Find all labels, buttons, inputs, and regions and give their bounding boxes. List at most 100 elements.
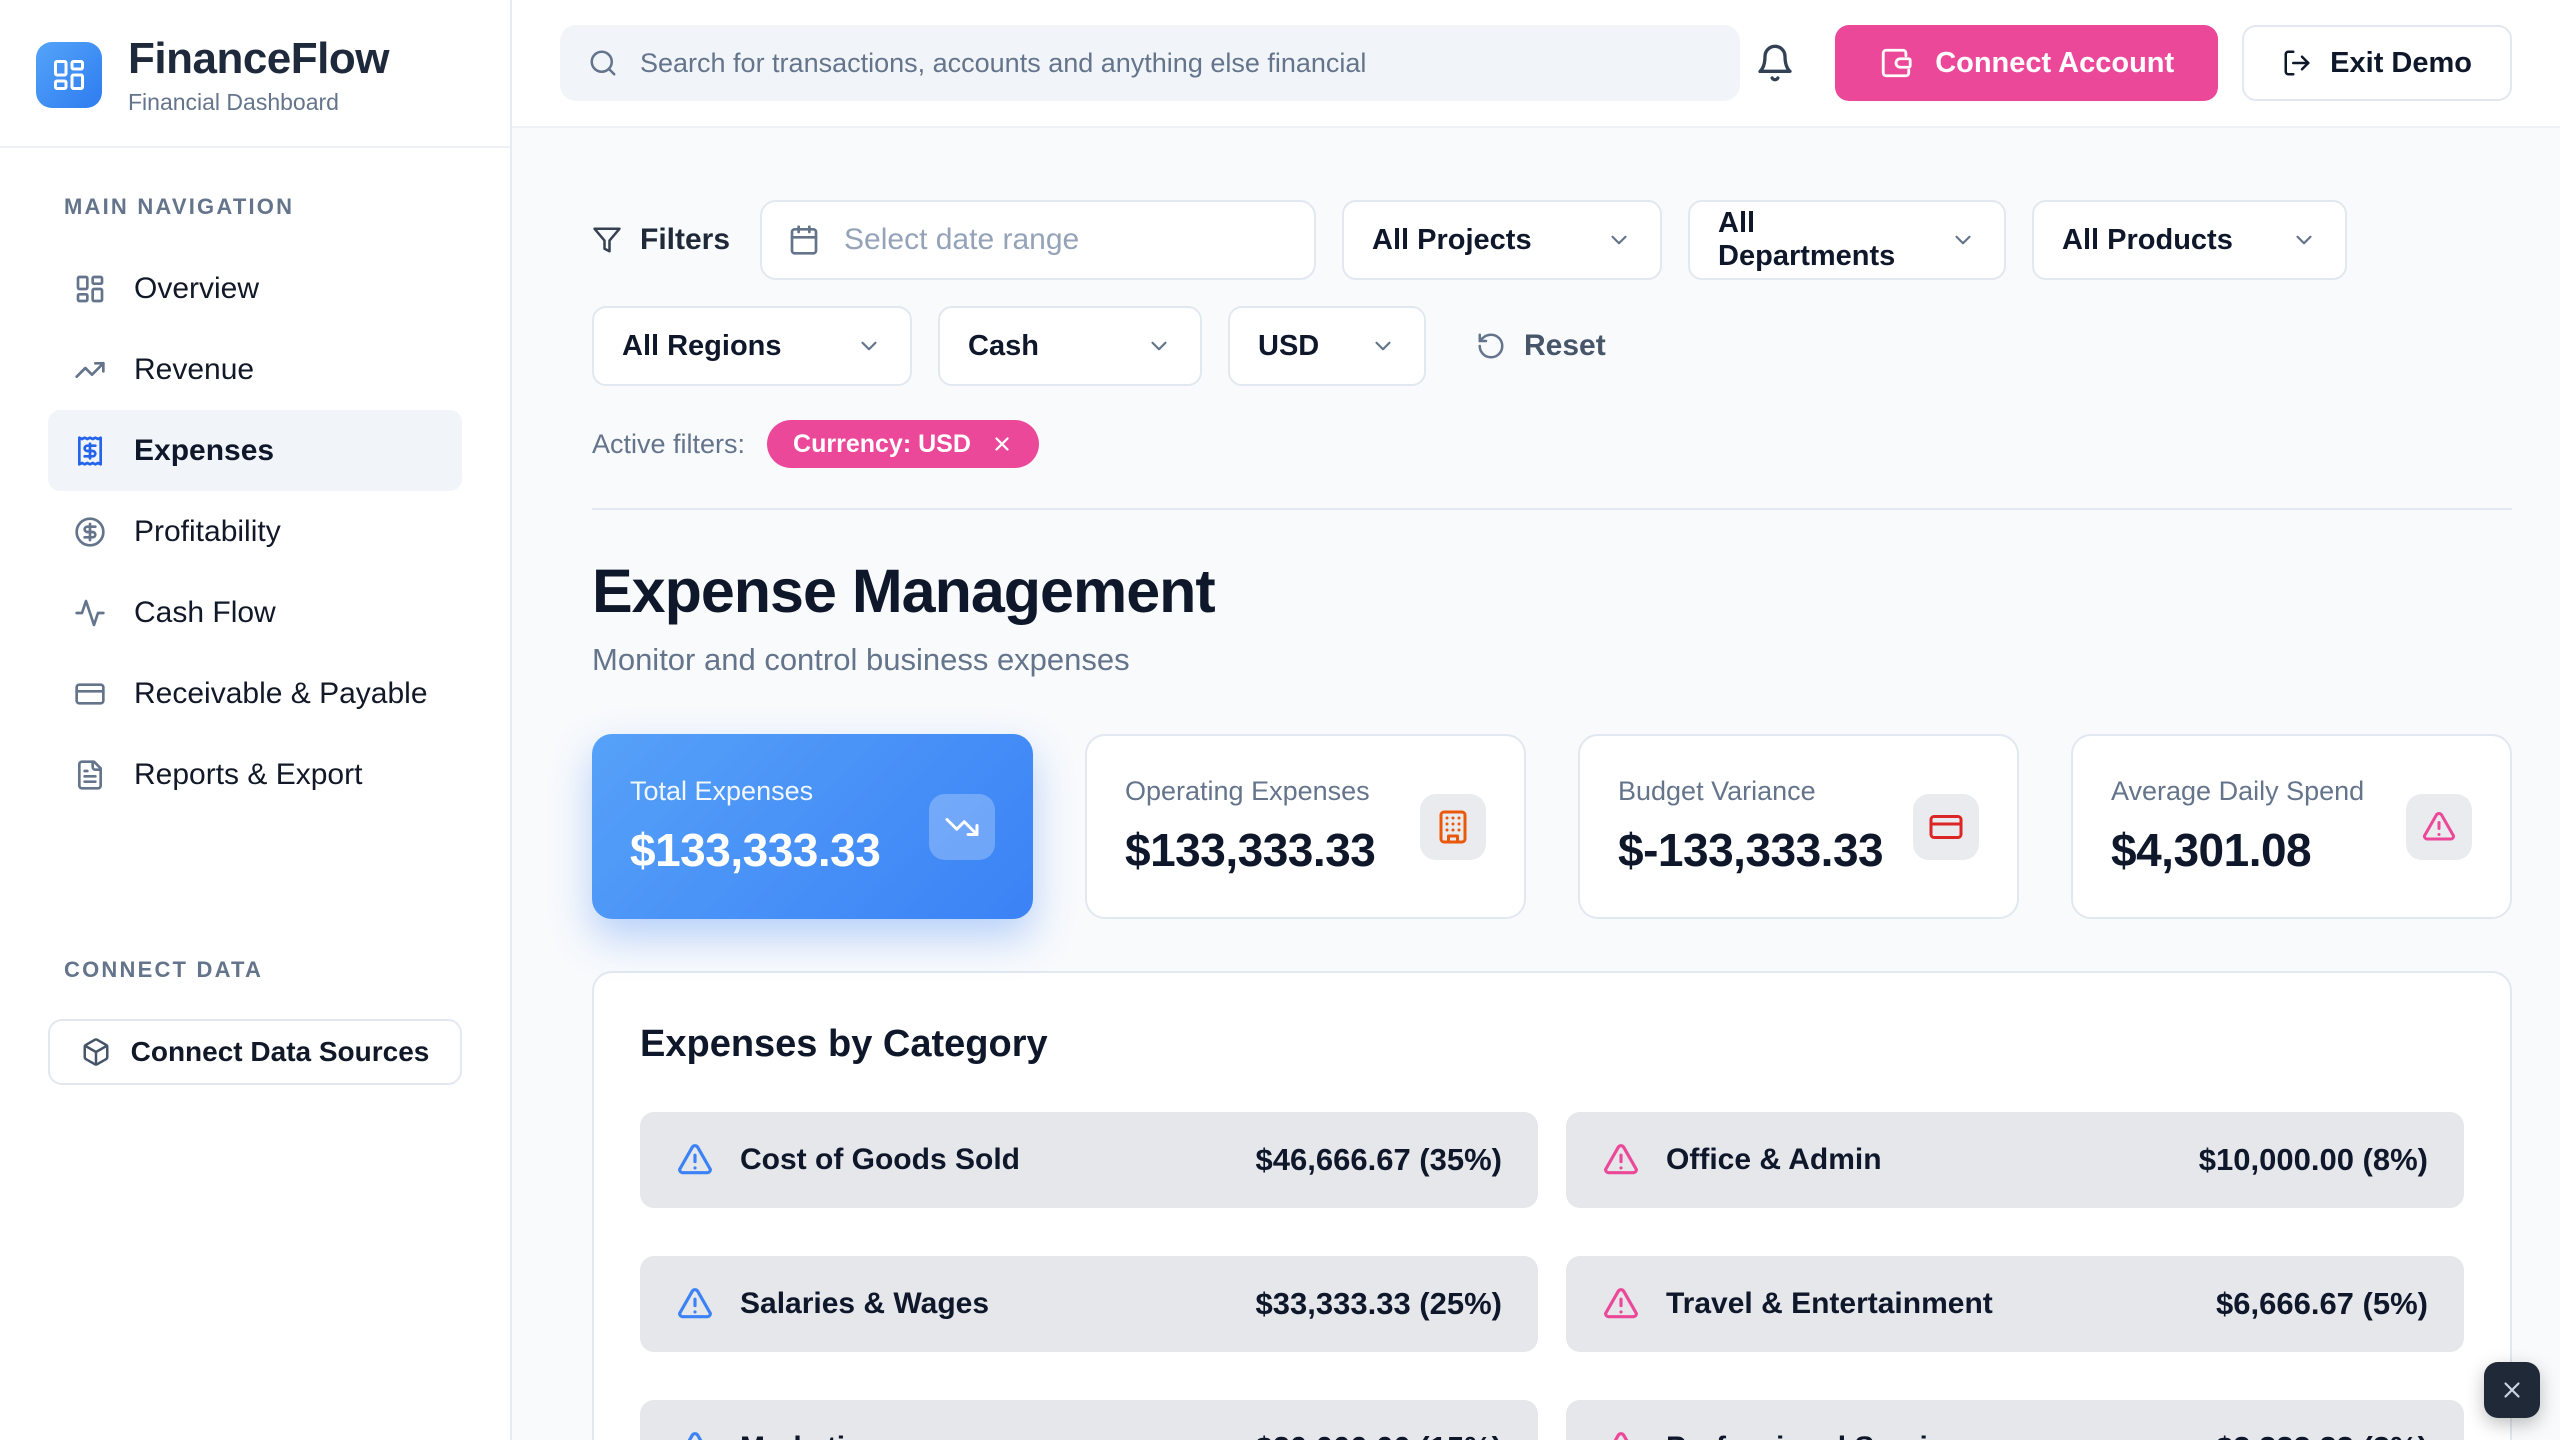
connect-data-section: CONNECT DATA Connect Data Sources [0, 957, 510, 1085]
connect-account-label: Connect Account [1935, 47, 2174, 80]
chevron-down-icon [1606, 227, 1632, 253]
file-text-icon [74, 759, 106, 791]
chevron-down-icon [1146, 333, 1172, 359]
sidebar-item-cash-flow[interactable]: Cash Flow [48, 572, 462, 653]
activity-icon [74, 597, 106, 629]
sidebar-item-label: Receivable & Payable [134, 677, 428, 711]
alert-triangle-icon [1602, 1141, 1640, 1179]
products-select[interactable]: All Products [2032, 200, 2347, 280]
trending-down-icon [944, 809, 980, 845]
departments-select[interactable]: All Departments [1688, 200, 2006, 280]
category-row-cost-of-goods-sold: Cost of Goods Sold $46,666.67 (35%) [640, 1112, 1538, 1208]
credit-card-icon [1928, 809, 1964, 845]
sidebar-item-profitability[interactable]: Profitability [48, 491, 462, 572]
funnel-icon [592, 225, 622, 255]
stat-icon-chip [929, 794, 995, 860]
layout-dashboard-icon [51, 57, 87, 93]
package-icon [81, 1037, 111, 1067]
reset-label: Reset [1524, 329, 1606, 363]
stat-value: $-133,333.33 [1618, 823, 1883, 877]
sidebar-item-receivable-payable[interactable]: Receivable & Payable [48, 653, 462, 734]
receipt-icon [74, 435, 106, 467]
products-select-value: All Products [2062, 224, 2233, 257]
payment-method-select[interactable]: Cash [938, 306, 1202, 386]
regions-select-value: All Regions [622, 330, 782, 363]
filters-label: Filters [592, 223, 730, 257]
exit-demo-label: Exit Demo [2330, 47, 2472, 80]
category-grid: Cost of Goods Sold $46,666.67 (35%) Offi… [640, 1112, 2464, 1440]
sidebar: FinanceFlow Financial Dashboard MAIN NAV… [0, 0, 512, 1440]
app-logo: FinanceFlow Financial Dashboard [0, 0, 510, 148]
reset-filters-button[interactable]: Reset [1476, 329, 1606, 363]
stat-value: $4,301.08 [2111, 823, 2364, 877]
connect-account-button[interactable]: Connect Account [1835, 25, 2218, 101]
sidebar-item-revenue[interactable]: Revenue [48, 329, 462, 410]
category-row-professional-services: Professional Services $3,333.33 (3%) [1566, 1400, 2464, 1440]
search-icon [588, 48, 618, 78]
connect-data-sources-button[interactable]: Connect Data Sources [48, 1019, 462, 1085]
search-input-wrapper[interactable] [560, 25, 1740, 101]
exit-demo-button[interactable]: Exit Demo [2242, 25, 2512, 101]
category-value: $10,000.00 (8%) [2199, 1142, 2428, 1178]
stat-icon-chip [1913, 794, 1979, 860]
app-tagline: Financial Dashboard [128, 89, 389, 116]
sidebar-item-label: Cash Flow [134, 596, 276, 630]
main-navigation: MAIN NAVIGATION Overview Revenue Expense… [0, 148, 510, 815]
currency-select[interactable]: USD [1228, 306, 1426, 386]
category-value: $6,666.67 (5%) [2216, 1286, 2428, 1322]
alert-triangle-icon [1602, 1429, 1640, 1440]
category-value: $3,333.33 (3%) [2216, 1430, 2428, 1440]
sidebar-item-reports-export[interactable]: Reports & Export [48, 734, 462, 815]
sidebar-item-expenses[interactable]: Expenses [48, 410, 462, 491]
stat-value: $133,333.33 [630, 823, 880, 877]
category-row-salaries-wages: Salaries & Wages $33,333.33 (25%) [640, 1256, 1538, 1352]
stat-icon-chip [2406, 794, 2472, 860]
stat-label: Total Expenses [630, 776, 880, 807]
active-filters-label: Active filters: [592, 429, 745, 460]
filters-label-text: Filters [640, 223, 730, 257]
category-name: Salaries & Wages [740, 1287, 989, 1321]
stat-card-total-expenses: Total Expenses $133,333.33 [592, 734, 1033, 919]
floating-close-button[interactable] [2484, 1362, 2540, 1418]
projects-select[interactable]: All Projects [1342, 200, 1662, 280]
app-name: FinanceFlow [128, 34, 389, 84]
page-subtitle: Monitor and control business expenses [592, 642, 2512, 678]
calendar-icon [788, 224, 820, 256]
active-filter-chip-label: Currency: USD [793, 430, 971, 459]
alert-triangle-icon [676, 1429, 714, 1440]
log-out-icon [2282, 48, 2312, 78]
circle-dollar-icon [74, 516, 106, 548]
app-logo-mark [36, 42, 102, 108]
search-input[interactable] [640, 48, 1712, 79]
stat-label: Average Daily Spend [2111, 776, 2364, 807]
expenses-by-category-panel: Expenses by Category Cost of Goods Sold … [592, 971, 2512, 1440]
sidebar-item-label: Reports & Export [134, 758, 362, 792]
category-name: Travel & Entertainment [1666, 1287, 1993, 1321]
filter-row-1: Filters Select date range All Projects A… [592, 200, 2512, 280]
category-value: $33,333.33 (25%) [1256, 1286, 1502, 1322]
bell-icon [1755, 43, 1795, 83]
stat-card-operating-expenses: Operating Expenses $133,333.33 [1085, 734, 1526, 919]
credit-card-icon [74, 678, 106, 710]
remove-filter-button[interactable] [991, 433, 1013, 455]
departments-select-value: All Departments [1718, 207, 1926, 273]
active-filter-chip-currency[interactable]: Currency: USD [767, 420, 1039, 468]
connect-section-header: CONNECT DATA [48, 957, 462, 983]
stat-card-budget-variance: Budget Variance $-133,333.33 [1578, 734, 2019, 919]
layout-dashboard-icon [74, 273, 106, 305]
alert-triangle-icon [2421, 809, 2457, 845]
date-range-placeholder: Select date range [844, 223, 1079, 257]
category-name: Marketing [740, 1431, 882, 1440]
stat-label: Budget Variance [1618, 776, 1883, 807]
regions-select[interactable]: All Regions [592, 306, 912, 386]
category-name: Professional Services [1666, 1431, 1978, 1440]
close-icon [991, 433, 1013, 455]
currency-select-value: USD [1258, 330, 1319, 363]
alert-triangle-icon [676, 1285, 714, 1323]
date-range-input[interactable]: Select date range [760, 200, 1316, 280]
wallet-icon [1879, 46, 1913, 80]
sidebar-item-overview[interactable]: Overview [48, 248, 462, 329]
connect-data-sources-label: Connect Data Sources [131, 1036, 430, 1068]
notifications-button[interactable] [1755, 43, 1795, 83]
main-content: Filters Select date range All Projects A… [512, 128, 2560, 1440]
